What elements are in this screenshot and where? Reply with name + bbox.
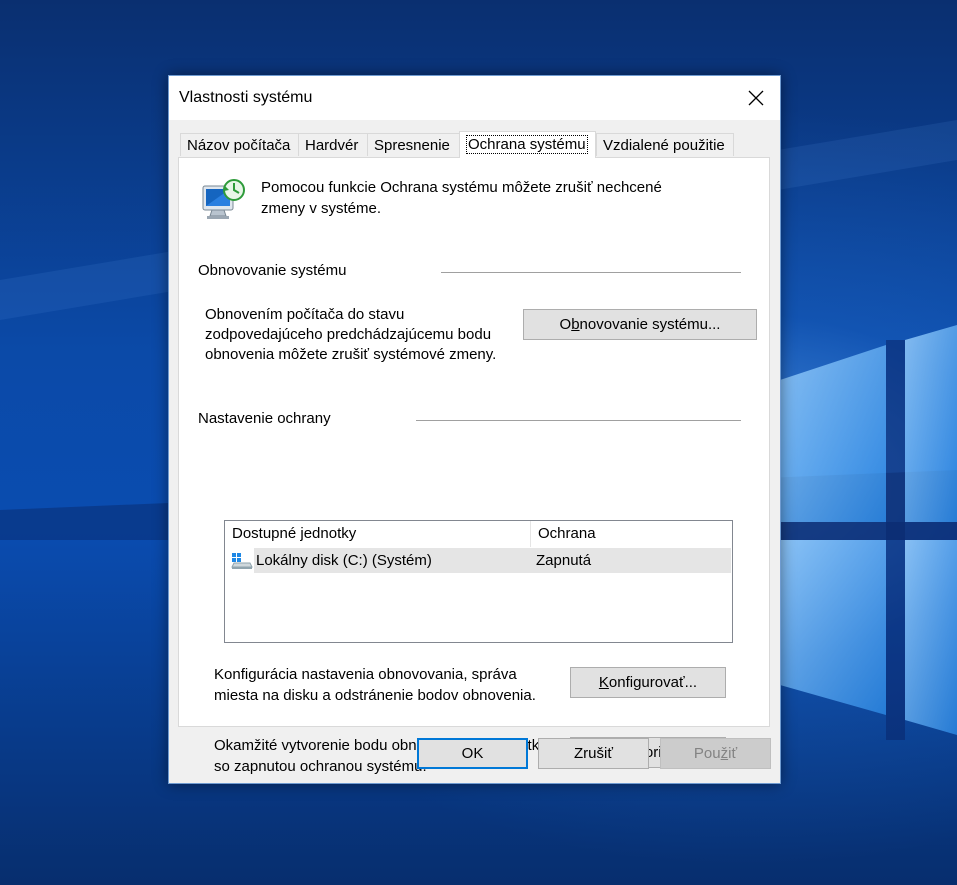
drive-icon xyxy=(231,553,253,569)
intro-line-1: Pomocou funkcie Ochrana systému môžete z… xyxy=(261,179,662,196)
system-restore-button[interactable]: Obnovovanie systému... xyxy=(523,309,757,340)
column-header-protection[interactable]: Ochrana xyxy=(531,521,731,547)
tab-system-protection[interactable]: Ochrana systému xyxy=(459,131,596,158)
restore-group-label: Obnovovanie systému xyxy=(198,262,347,279)
restore-desc-line-3: obnovenia môžete zrušiť systémové zmeny. xyxy=(205,346,497,363)
tab-computer-name[interactable]: Názov počítača xyxy=(180,133,299,156)
apply-button[interactable]: Použiť xyxy=(660,738,771,769)
tab-remote[interactable]: Vzdialené použitie xyxy=(596,133,734,156)
protection-group-label: Nastavenie ochrany xyxy=(198,410,331,427)
config-desc-line-2: miesta na disku a odstránenie bodov obno… xyxy=(214,687,536,704)
configure-button[interactable]: Konfigurovať... xyxy=(570,667,726,698)
restore-group-divider xyxy=(441,272,741,273)
system-protection-icon xyxy=(202,179,245,219)
restore-desc-line-2: zodpovedajúceho predchádzajúcemu bodu xyxy=(205,326,492,343)
drives-list[interactable]: Dostupné jednotky Ochrana Lokálny disk (… xyxy=(224,520,733,643)
close-button[interactable] xyxy=(732,76,780,120)
system-protection-page: Pomocou funkcie Ochrana systému môžete z… xyxy=(178,157,770,775)
restore-desc-line-1: Obnovením počítača do stavu xyxy=(205,306,405,323)
create-desc-line-2: so zapnutou ochranou systému. xyxy=(214,758,427,775)
system-properties-dialog: Vlastnosti systému Názov počítača Hardvé… xyxy=(168,75,781,784)
intro-line-2: zmeny v systéme. xyxy=(261,200,382,217)
protection-status-cell: Zapnutá xyxy=(536,552,592,569)
tab-advanced[interactable]: Spresnenie xyxy=(367,133,460,156)
ok-button[interactable]: OK xyxy=(417,738,528,769)
close-icon xyxy=(748,90,764,106)
column-header-drives[interactable]: Dostupné jednotky xyxy=(225,521,530,547)
protection-group-divider xyxy=(416,420,741,421)
drive-name-cell: Lokálny disk (C:) (Systém) xyxy=(256,552,432,569)
cancel-button[interactable]: Zrušiť xyxy=(538,738,649,769)
config-desc-line-1: Konfigurácia nastavenia obnovovania, spr… xyxy=(214,666,517,683)
tab-hardware[interactable]: Hardvér xyxy=(298,133,368,156)
title-bar[interactable]: Vlastnosti systému xyxy=(169,76,780,120)
window-title: Vlastnosti systému xyxy=(179,89,313,106)
